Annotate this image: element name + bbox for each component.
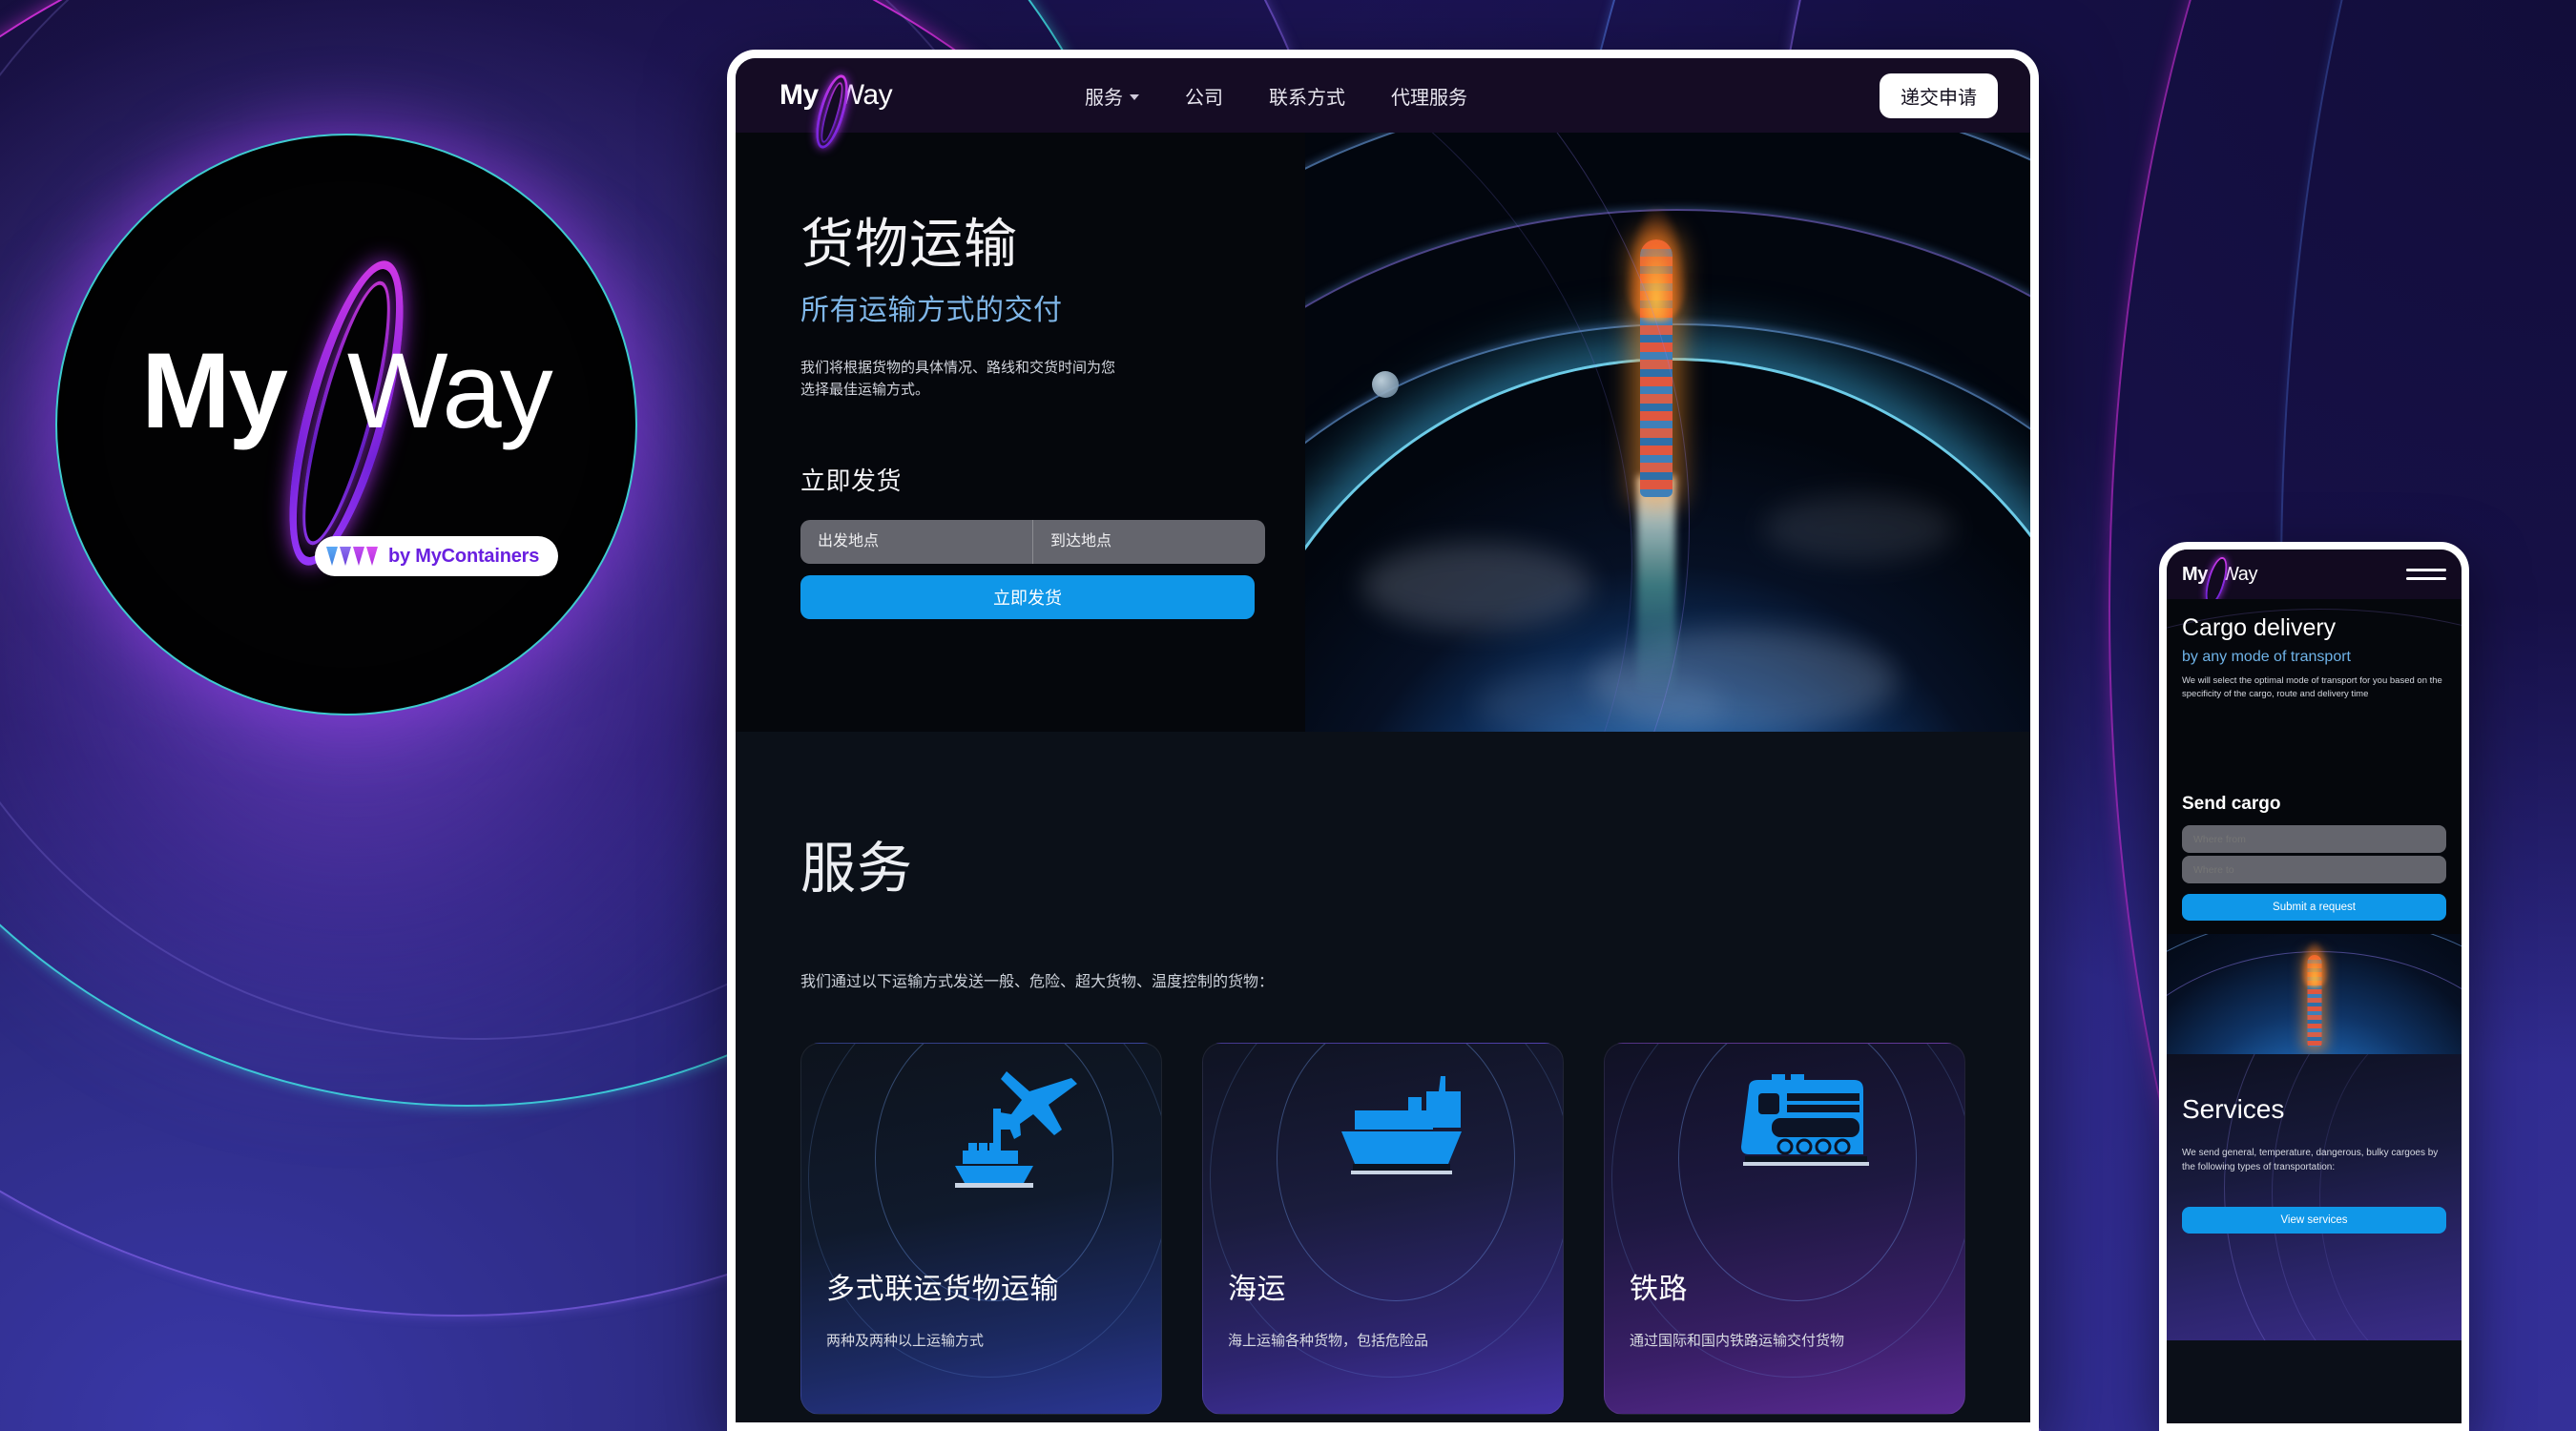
cargo-ship-icon	[1328, 1070, 1519, 1204]
hero-section: 货物运输 所有运输方式的交付 我们将根据货物的具体情况、路线和交货时间为您选择最…	[736, 133, 2030, 732]
mycontainers-badge: by MyContainers	[315, 536, 559, 576]
services-title: 服务	[800, 838, 914, 900]
plane-and-cargo-ship-icon	[926, 1070, 1117, 1204]
mobile-view-services-button[interactable]: View services	[2182, 1207, 2446, 1234]
nav-item-services[interactable]: 服务	[1085, 82, 1139, 110]
mycontainers-badge-label: by MyContainers	[388, 545, 540, 567]
hamburger-menu-icon[interactable]	[2406, 569, 2446, 580]
service-card-sea[interactable]: 海运 海上运输各种货物，包括危险品	[1202, 1043, 1564, 1415]
cargo-search-form	[800, 520, 1265, 565]
submit-request-button[interactable]: 递交申请	[1880, 73, 1998, 118]
brand-name-part2: Way	[346, 331, 553, 450]
nav-item-company[interactable]: 公司	[1185, 82, 1223, 110]
brand-logo-badge: My Way	[55, 134, 637, 716]
mobile-hero: Cargo delivery by any mode of transport …	[2167, 599, 2462, 790]
destination-input[interactable]	[1033, 520, 1265, 565]
hero-description: 我们将根据货物的具体情况、路线和交货时间为您选择最佳运输方式。	[800, 359, 1116, 399]
mobile-send-cargo-form: Send cargo Submit a request	[2167, 790, 2462, 934]
mobile-services-title: Services	[2182, 1094, 2285, 1124]
nav-label-agency: 代理服务	[1391, 87, 1467, 109]
mobile-brand-part1: My	[2182, 563, 2208, 585]
service-card-title: 海运	[1228, 1274, 1286, 1305]
nav-label-services: 服务	[1085, 87, 1123, 109]
mobile-hero-description: We will select the optimal mode of trans…	[2182, 675, 2442, 699]
brand-name-part1: My	[141, 331, 288, 450]
mobile-phone-mockup: My Way Cargo delivery by any mode of tran…	[2159, 542, 2469, 1431]
header-brand-part1: My	[779, 79, 819, 111]
chevron-down-icon	[1130, 93, 1139, 100]
mobile-origin-input[interactable]	[2182, 825, 2446, 853]
service-card-title: 多式联运货物运输	[826, 1274, 1059, 1305]
mobile-hero-image	[2167, 934, 2462, 1054]
services-section: 服务 我们通过以下运输方式发送一般、危险、超大货物、温度控制的货物： 多式联运货…	[736, 732, 2030, 1422]
mobile-submit-request-button[interactable]: Submit a request	[2182, 894, 2446, 921]
desktop-browser-mockup: My Way 服务 公司 联系方式 代理服务 递交申请 货物运输 所有运输方式的…	[727, 50, 2039, 1431]
service-card-subtitle: 海上运输各种货物，包括危险品	[1228, 1333, 1429, 1349]
service-cards: 多式联运货物运输 两种及两种以上运输方式 海运 海上运输各种货物，包括危险品 铁…	[800, 1043, 1965, 1415]
mycontainers-logo-icon	[326, 547, 378, 566]
origin-input[interactable]	[800, 520, 1033, 565]
mobile-destination-input[interactable]	[2182, 856, 2446, 883]
nav-label-contacts: 联系方式	[1269, 87, 1345, 109]
mobile-header: My Way	[2167, 550, 2462, 607]
service-card-subtitle: 通过国际和国内铁路运输交付货物	[1630, 1333, 1845, 1349]
mobile-services-description: We send general, temperature, dangerous,…	[2182, 1148, 2439, 1172]
main-navigation: 服务 公司 联系方式 代理服务	[1085, 82, 1467, 110]
brand-wordmark: My Way	[57, 338, 635, 445]
mobile-send-cargo-title: Send cargo	[2182, 794, 2281, 814]
send-cargo-title: 立即发货	[800, 467, 903, 496]
mobile-ship-flame	[2300, 942, 2328, 987]
hero-title: 货物运输	[800, 214, 1018, 274]
hero-content: 货物运输 所有运输方式的交付 我们将根据货物的具体情况、路线和交货时间为您选择最…	[800, 214, 1297, 620]
send-cargo-button[interactable]: 立即发货	[800, 575, 1255, 620]
service-card-rail[interactable]: 铁路 通过国际和国内铁路运输交付货物	[1604, 1043, 1965, 1415]
service-card-subtitle: 两种及两种以上运输方式	[826, 1333, 985, 1349]
service-card-multimodal[interactable]: 多式联运货物运输 两种及两种以上运输方式	[800, 1043, 1162, 1415]
nav-item-contacts[interactable]: 联系方式	[1269, 82, 1345, 110]
site-header: My Way 服务 公司 联系方式 代理服务 递交申请	[736, 58, 2030, 153]
mobile-hero-subtitle: by any mode of transport	[2182, 649, 2351, 665]
mobile-hero-title: Cargo delivery	[2182, 614, 2337, 641]
train-icon	[1730, 1070, 1921, 1204]
header-logo[interactable]: My Way	[779, 71, 894, 153]
nav-item-agency[interactable]: 代理服务	[1391, 82, 1467, 110]
mobile-services-section: Services We send general, temperature, d…	[2167, 1054, 2462, 1340]
mobile-logo[interactable]: My Way	[2182, 554, 2257, 607]
hero-subtitle: 所有运输方式的交付	[800, 294, 1063, 326]
services-description: 我们通过以下运输方式发送一般、危险、超大货物、温度控制的货物：	[800, 974, 1275, 990]
service-card-title: 铁路	[1630, 1274, 1688, 1305]
nav-label-company: 公司	[1185, 87, 1223, 109]
